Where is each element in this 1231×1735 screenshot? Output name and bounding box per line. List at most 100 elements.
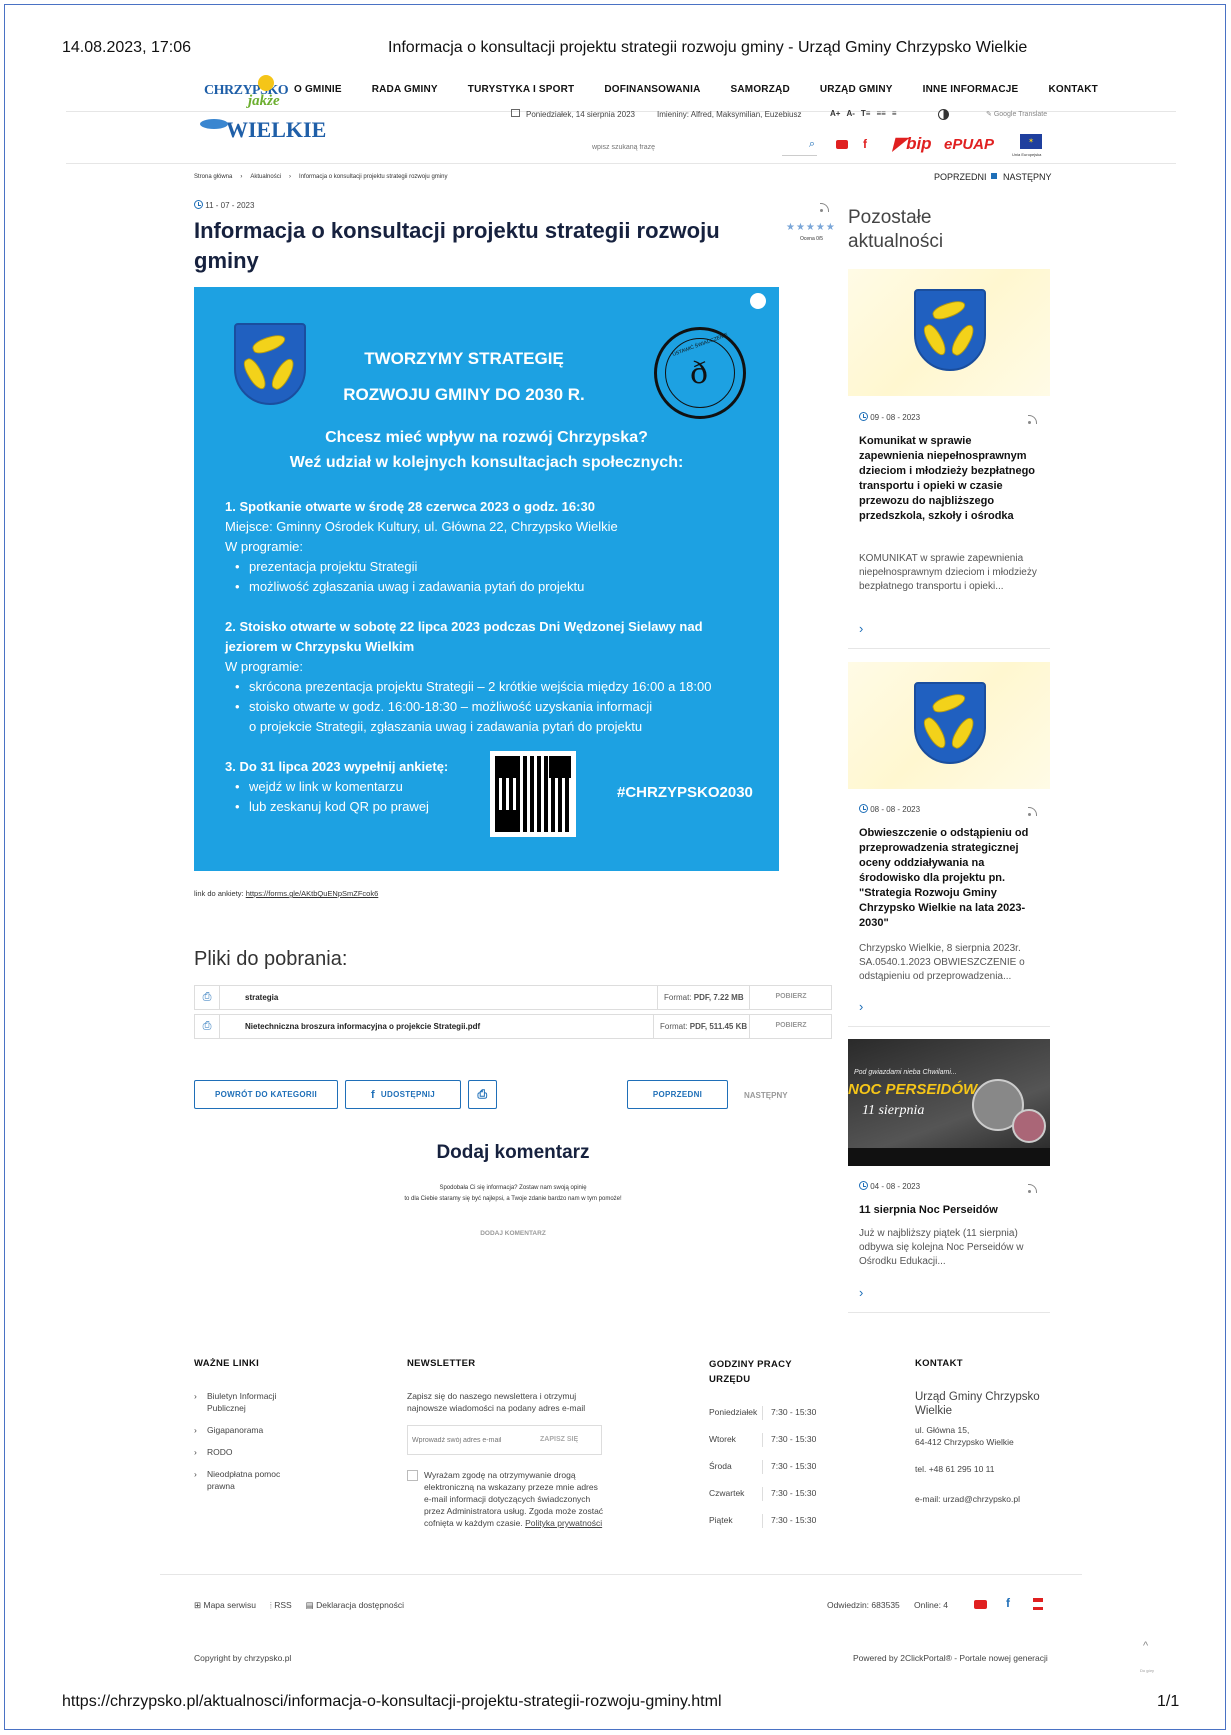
next-button[interactable]: NASTĘPNY	[744, 1091, 788, 1100]
nav-item[interactable]: KONTAKT	[1048, 84, 1098, 95]
print-datetime: 14.08.2023, 17:06	[62, 39, 192, 56]
share-button[interactable]: f UDOSTĘPNIJ	[345, 1080, 461, 1109]
bip-logo[interactable]: ◤bip	[893, 134, 932, 154]
contrast-icon[interactable]	[938, 109, 949, 120]
news-card-title[interactable]: Komunikat w sprawie zapewnienia niepełno…	[859, 434, 1039, 524]
comments-line: Spodobała Ci się informacja? Zostaw nam …	[439, 1185, 587, 1191]
footer-link[interactable]: › RODO	[194, 1446, 294, 1458]
divider	[66, 163, 1176, 164]
news-card-date-text: 08 - 08 - 2023	[870, 805, 921, 814]
breadcrumb-news[interactable]: Aktualności	[250, 174, 281, 180]
next-link-top[interactable]: NASTĘPNY	[1003, 172, 1052, 182]
hours-row: Środa 7:30 - 15:30	[709, 1460, 839, 1487]
download-button[interactable]: POBIERZ	[749, 986, 832, 1009]
nav-item[interactable]: O GMINIE	[294, 84, 342, 95]
facebook-icon[interactable]: f	[863, 137, 867, 151]
rss-icon[interactable]	[1028, 1180, 1038, 1198]
youtube-icon[interactable]	[974, 1600, 987, 1609]
nav-item[interactable]: TURYSTYKA I SPORT	[468, 84, 575, 95]
news-card-image[interactable]: Pod gwiazdami nieba Chwilami... NOC PERS…	[848, 1039, 1050, 1166]
rss-link[interactable]: ⦙ RSS	[270, 1599, 292, 1611]
survey-link: link do ankiety: https://forms.gle/AKtbQ…	[194, 889, 378, 898]
nav-item[interactable]: INNE INFORMACJE	[923, 84, 1019, 95]
print-button[interactable]: ⎙	[468, 1080, 497, 1109]
contact-name: Urząd Gminy Chrzypsko Wielkie	[915, 1391, 1040, 1417]
news-card-date: 04 - 08 - 2023	[859, 1181, 920, 1191]
news-card-more-icon[interactable]: ›	[859, 1285, 863, 1300]
facebook-icon[interactable]: f	[1006, 1596, 1010, 1610]
prev-button[interactable]: POPRZEDNI	[627, 1080, 728, 1109]
fish-shape	[948, 321, 978, 359]
accessibility-link[interactable]: ▤ Deklaracja dostępności	[306, 1599, 404, 1611]
line-height-button[interactable]: T≡	[861, 109, 871, 118]
font-decrease-button[interactable]: A-	[846, 109, 854, 118]
chevron-right-icon: ›	[194, 1425, 197, 1435]
file-row[interactable]: ⎙ Nietechniczna broszura informacyjna o …	[194, 1014, 832, 1039]
nav-item[interactable]: RADA GMINY	[372, 84, 438, 95]
clock-icon	[859, 412, 868, 421]
rss-icon[interactable]	[1028, 803, 1038, 821]
eu-flag-icon: ✶	[1020, 134, 1042, 149]
footer-link[interactable]: › Biuletyn Informacji Publicznej	[194, 1390, 294, 1414]
nav-item[interactable]: DOFINANSOWANIA	[604, 84, 700, 95]
rss-icon[interactable]	[1028, 411, 1038, 429]
footer-link[interactable]: › Gigapanorama	[194, 1424, 294, 1436]
news-card-more-icon[interactable]: ›	[859, 621, 863, 636]
clock-icon	[859, 804, 868, 813]
news-card-title[interactable]: Obwieszczenie o odstąpieniu od przeprowa…	[859, 826, 1039, 931]
photo-circle	[1012, 1109, 1046, 1143]
news-card-image[interactable]	[848, 662, 1050, 789]
search-input[interactable]	[582, 138, 782, 157]
strategy-poster: TWORZYMY STRATEGIĘ ROZWOJU GMINY DO 2030…	[194, 287, 779, 871]
privacy-policy-link[interactable]: Polityka prywatności	[525, 1518, 602, 1528]
breadcrumb-current: Informacja o konsultacji projektu strate…	[299, 174, 448, 180]
newsletter-email-input[interactable]	[408, 1426, 533, 1454]
rss-icon[interactable]	[820, 199, 830, 217]
bip-icon[interactable]	[1033, 1598, 1043, 1610]
file-row[interactable]: ⎙ strategia Format: PDF, 7.22 MB POBIERZ	[194, 985, 832, 1010]
news-card-date: 09 - 08 - 2023	[859, 412, 920, 422]
back-to-category-button[interactable]: POWRÓT DO KATEGORII	[194, 1080, 338, 1109]
news-card-date-text: 09 - 08 - 2023	[870, 413, 921, 422]
consent-checkbox[interactable]	[407, 1470, 418, 1481]
prev-link-top[interactable]: POPRZEDNI	[934, 172, 987, 182]
footer-links: › Biuletyn Informacji Publicznej › Gigapan…	[194, 1390, 294, 1492]
font-increase-button[interactable]: A+	[830, 109, 840, 118]
letter-spacing-button[interactable]: ≡≡	[876, 109, 885, 118]
nav-item[interactable]: URZĄD GMINY	[820, 84, 893, 95]
add-comment-button[interactable]: DODAJ KOMENTARZ	[194, 1230, 832, 1237]
download-button[interactable]: POBIERZ	[749, 1015, 832, 1038]
contact-email[interactable]: e-mail: urzad@chrzypsko.pl	[915, 1493, 1020, 1505]
breadcrumb-separator: ›	[289, 174, 292, 180]
rating-stars[interactable]: ★★★★★	[786, 222, 836, 233]
poster-text: o projekcie Strategii, zgłaszania uwag i…	[249, 719, 643, 734]
contact-title: KONTAKT	[915, 1358, 963, 1369]
breadcrumb-home[interactable]: Strona główna	[194, 174, 232, 180]
news-card-more-icon[interactable]: ›	[859, 999, 863, 1014]
current-date: Poniedziałek, 14 sierpnia 2023	[526, 110, 635, 119]
survey-link-url[interactable]: https://forms.gle/AKtbQuENpSmZFcok6	[246, 889, 379, 898]
youtube-icon[interactable]	[836, 140, 848, 149]
divider	[160, 1574, 1082, 1575]
poster-text: Miejsce: Gminny Ośrodek Kultury, ul. Głó…	[225, 519, 618, 534]
footer-link[interactable]: › Nieodpłatna pomoc prawna	[194, 1468, 294, 1492]
nav-item[interactable]: SAMORZĄD	[731, 84, 790, 95]
hours-day: Środa	[709, 1460, 763, 1474]
newsletter-submit-button[interactable]: ZAPISZ SIĘ	[540, 1436, 578, 1443]
contact-phone[interactable]: tel. +48 61 295 10 11	[915, 1463, 994, 1475]
search-icon[interactable]: ⌕	[809, 138, 815, 151]
sitemap-link[interactable]: ⊞ Mapa serwisu	[194, 1599, 256, 1611]
epuap-logo[interactable]: ePUAP	[944, 136, 994, 153]
poster-heading-line1: TWORZYMY STRATEGIĘ	[364, 349, 564, 368]
poster-dot	[750, 293, 766, 309]
google-translate[interactable]: ✎ Google Translate	[986, 110, 1047, 118]
facebook-share-icon: f	[370, 1088, 375, 1101]
hours-row: Czwartek 7:30 - 15:30	[709, 1487, 839, 1514]
paragraph-button[interactable]: ≡	[892, 109, 897, 118]
scroll-top-icon[interactable]: ^	[1143, 1640, 1148, 1652]
translate-label: Google Translate	[993, 111, 1048, 118]
news-card-title[interactable]: 11 sierpnia Noc Perseidów	[859, 1203, 1039, 1218]
online-counter: Online: 4	[914, 1600, 949, 1610]
newsletter-form: ZAPISZ SIĘ	[407, 1425, 602, 1455]
news-card-image[interactable]	[848, 269, 1050, 396]
